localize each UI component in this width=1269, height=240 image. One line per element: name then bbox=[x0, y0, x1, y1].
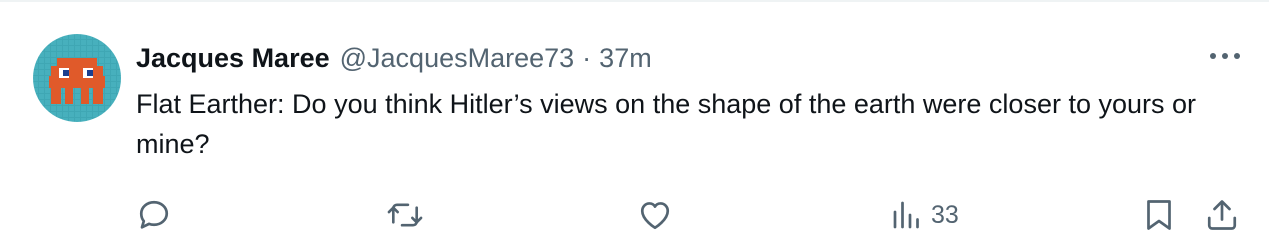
bookmark-button[interactable] bbox=[1142, 192, 1176, 238]
separator-dot: · bbox=[582, 42, 592, 73]
reply-button[interactable] bbox=[136, 192, 172, 238]
views-count: 33 bbox=[931, 200, 959, 229]
tweet-header: Jacques Maree @JacquesMaree73 · 37m bbox=[136, 38, 652, 78]
share-button[interactable] bbox=[1204, 192, 1240, 238]
heart-icon bbox=[640, 202, 670, 230]
like-button[interactable] bbox=[637, 192, 673, 238]
avatar[interactable] bbox=[33, 34, 121, 122]
tweet-card[interactable]: Jacques Maree @JacquesMaree73 · 37m Flat… bbox=[0, 0, 1269, 240]
action-bar: 33 bbox=[0, 192, 1269, 238]
more-options-button[interactable] bbox=[1205, 42, 1245, 70]
bookmark-icon bbox=[1147, 200, 1171, 230]
views-button[interactable]: 33 bbox=[889, 192, 959, 238]
timestamp[interactable]: 37m bbox=[599, 43, 652, 74]
share-upload-icon bbox=[1207, 200, 1237, 230]
retweet-button[interactable] bbox=[386, 192, 424, 238]
space-invader-avatar-icon bbox=[33, 34, 121, 122]
bar-chart-icon bbox=[893, 201, 919, 229]
author-name[interactable]: Jacques Maree bbox=[136, 43, 330, 74]
tweet-text: Flat Earther: Do you think Hitler’s view… bbox=[136, 89, 1197, 159]
more-dots-icon bbox=[1210, 53, 1240, 59]
author-handle[interactable]: @JacquesMaree73 bbox=[340, 43, 575, 74]
retweet-icon bbox=[387, 203, 423, 227]
reply-bubble-icon bbox=[139, 200, 169, 229]
